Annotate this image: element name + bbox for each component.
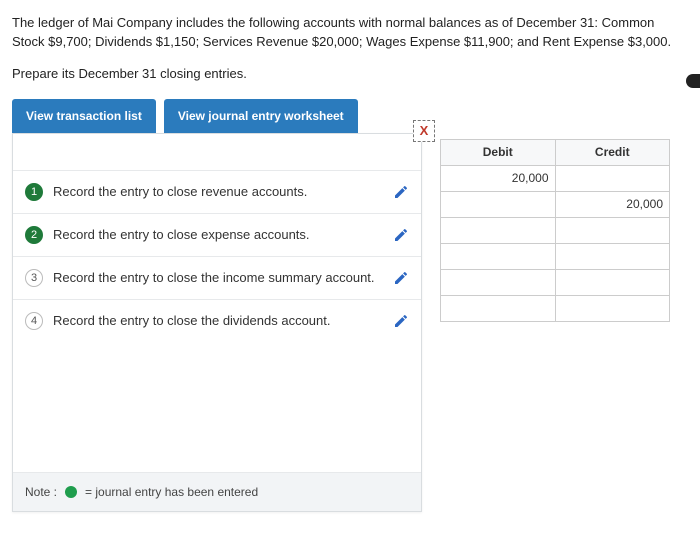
debit-cell[interactable] — [441, 295, 556, 321]
problem-intro: The ledger of Mai Company includes the f… — [0, 0, 700, 56]
table-row[interactable] — [441, 269, 670, 295]
debit-cell[interactable] — [441, 217, 556, 243]
tab-bar: View transaction list View journal entry… — [0, 99, 700, 133]
entry-row[interactable]: 1 Record the entry to close revenue acco… — [13, 170, 421, 213]
debit-cell[interactable] — [441, 269, 556, 295]
credit-cell[interactable] — [555, 217, 670, 243]
debit-cell[interactable]: 20,000 — [441, 165, 556, 191]
note-legend: Note : = journal entry has been entered — [13, 472, 421, 511]
credit-cell[interactable] — [555, 269, 670, 295]
table-row[interactable]: 20,000 — [441, 165, 670, 191]
entry-number-badge: 2 — [25, 226, 43, 244]
entry-row[interactable]: 3 Record the entry to close the income s… — [13, 256, 421, 299]
entries-panel: X 1 Record the entry to close revenue ac… — [12, 133, 422, 512]
credit-cell[interactable] — [555, 295, 670, 321]
entry-row[interactable]: 2 Record the entry to close expense acco… — [13, 213, 421, 256]
tab-transaction-list[interactable]: View transaction list — [12, 99, 156, 133]
pencil-icon[interactable] — [393, 270, 409, 286]
entry-number-badge: 3 — [25, 269, 43, 287]
table-row[interactable] — [441, 217, 670, 243]
pencil-icon[interactable] — [393, 184, 409, 200]
credit-cell[interactable] — [555, 243, 670, 269]
table-row[interactable] — [441, 295, 670, 321]
close-icon[interactable]: X — [413, 120, 435, 142]
entry-text: Record the entry to close revenue accoun… — [53, 184, 383, 199]
problem-instruction: Prepare its December 31 closing entries. — [0, 56, 700, 99]
credit-cell[interactable]: 20,000 — [555, 191, 670, 217]
entry-number-badge: 1 — [25, 183, 43, 201]
note-label: Note : — [25, 485, 57, 499]
pencil-icon[interactable] — [393, 227, 409, 243]
col-header-credit: Credit — [555, 139, 670, 165]
col-header-debit: Debit — [441, 139, 556, 165]
entry-text: Record the entry to close expense accoun… — [53, 227, 383, 242]
debit-credit-table: Debit Credit 20,000 20,000 — [440, 139, 670, 322]
entry-text: Record the entry to close the dividends … — [53, 313, 383, 328]
tab-journal-worksheet[interactable]: View journal entry worksheet — [164, 99, 358, 133]
credit-cell[interactable] — [555, 165, 670, 191]
debit-cell[interactable] — [441, 243, 556, 269]
entered-dot-icon — [65, 486, 77, 498]
table-row[interactable]: 20,000 — [441, 191, 670, 217]
entry-text: Record the entry to close the income sum… — [53, 270, 383, 285]
help-icon[interactable] — [686, 74, 700, 88]
note-text: = journal entry has been entered — [85, 485, 258, 499]
pencil-icon[interactable] — [393, 313, 409, 329]
entry-row[interactable]: 4 Record the entry to close the dividend… — [13, 299, 421, 342]
table-row[interactable] — [441, 243, 670, 269]
entry-number-badge: 4 — [25, 312, 43, 330]
debit-cell[interactable] — [441, 191, 556, 217]
